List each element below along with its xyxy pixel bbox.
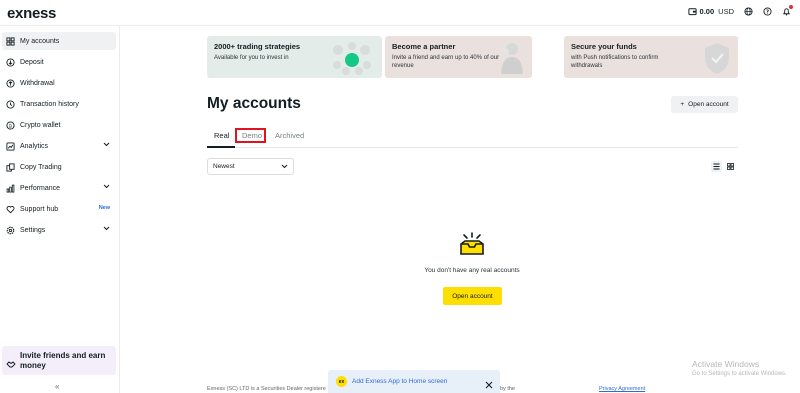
sidebar-item-label: Deposit <box>20 58 44 66</box>
promo-card-partner[interactable]: Become a partner Invite a friend and ear… <box>385 36 532 78</box>
top-bar: exness 0.00 USD ? <box>0 0 800 26</box>
topbar-actions: 0.00 USD ? <box>688 5 793 16</box>
footer-legal-text-end: by the <box>500 386 515 392</box>
notification-dot <box>789 5 793 9</box>
sort-value: Newest <box>213 163 235 170</box>
strategies-graphic-icon <box>333 42 371 75</box>
chevron-down-icon <box>281 164 288 171</box>
windows-activation-watermark: Activate Windows Go to Settings to activ… <box>692 359 787 377</box>
promo-card-strategies[interactable]: 2000+ trading strategies Available for y… <box>207 36 382 78</box>
chevron-down-icon <box>103 184 110 191</box>
accounts-icon <box>6 36 15 46</box>
help-icon[interactable]: ? <box>762 6 772 16</box>
copy-trading-icon <box>6 162 15 172</box>
bell-icon[interactable] <box>781 5 793 16</box>
sidebar-item-my-accounts[interactable]: My accounts <box>2 32 116 50</box>
tab-archived[interactable]: Archived <box>275 131 304 140</box>
chevron-down-icon <box>103 142 110 149</box>
analytics-icon <box>6 141 15 151</box>
promo-subtitle: Invite a friend and earn up to 40% of ou… <box>392 55 500 69</box>
sidebar-item-label: My accounts <box>20 37 60 45</box>
gear-icon <box>6 226 15 235</box>
empty-state-text: You don't have any real accounts <box>424 267 520 274</box>
sidebar-item-label: Copy Trading <box>20 163 62 171</box>
open-account-button[interactable]: Open account <box>443 287 502 305</box>
sidebar-item-withdrawal[interactable]: Withdrawal <box>2 74 116 92</box>
balance-display[interactable]: 0.00 USD <box>688 6 734 16</box>
sidebar-item-label: Analytics <box>20 142 49 150</box>
add-to-home-banner[interactable]: ex Add Exness App to Home screen <box>328 370 500 393</box>
svg-text:?: ? <box>765 9 768 15</box>
exness-logo[interactable]: exness <box>7 5 56 22</box>
sidebar-item-analytics[interactable]: Analytics <box>2 137 116 155</box>
chevron-down-icon <box>103 226 110 233</box>
sidebar-item-performance[interactable]: Performance <box>2 179 116 197</box>
wallet-icon <box>688 6 698 16</box>
partner-graphic-icon <box>501 43 523 74</box>
support-icon <box>6 205 15 214</box>
globe-icon[interactable] <box>743 6 753 16</box>
footer-legal-text: Exness (SC) LTD is a Securities Dealer r… <box>207 386 326 392</box>
privacy-agreement-link[interactable]: Privacy Agreement <box>599 386 645 392</box>
close-icon[interactable] <box>485 376 493 393</box>
exness-app-logo: ex <box>336 376 347 387</box>
sidebar-item-label: Performance <box>20 184 61 192</box>
promo-card-secure-funds[interactable]: Secure your funds with Push notification… <box>564 36 738 78</box>
view-toggle <box>709 159 738 174</box>
list-view-icon[interactable] <box>710 161 722 172</box>
sidebar-item-settings[interactable]: Settings <box>2 221 116 239</box>
sort-dropdown[interactable]: Newest <box>207 158 294 175</box>
open-account-button-top[interactable]: + Open account <box>671 96 738 113</box>
sidebar-item-label: Withdrawal <box>20 79 55 87</box>
shield-icon <box>705 43 729 74</box>
wallet-icon: ₿ <box>6 120 15 130</box>
watermark-subtitle: Go to Settings to activate Windows. <box>692 371 787 377</box>
withdrawal-icon <box>6 78 15 88</box>
open-account-label: Open account <box>688 101 729 108</box>
demo-tab-highlight <box>235 128 266 143</box>
tab-real[interactable]: Real <box>214 131 229 140</box>
sidebar-item-transaction-history[interactable]: Transaction history <box>2 95 116 113</box>
active-tab-indicator <box>207 146 235 148</box>
history-icon <box>6 99 15 109</box>
grid-view-icon[interactable] <box>725 161 736 172</box>
promo-subtitle: Available for you to invest in <box>214 55 289 61</box>
invite-label: Invite friends and earn money <box>20 350 106 370</box>
sidebar-item-support-hub[interactable]: Support hub New <box>2 200 116 218</box>
sidebar-item-deposit[interactable]: Deposit <box>2 53 116 71</box>
account-tabs: Real Demo Archived <box>207 127 738 148</box>
sidebar-item-label: Crypto wallet <box>20 121 61 129</box>
performance-icon <box>6 184 15 193</box>
promo-subtitle: with Push notifications to confirm withd… <box>571 55 659 69</box>
empty-inbox-icon <box>460 232 484 255</box>
sidebar-item-label: Transaction history <box>20 100 79 108</box>
plus-icon: + <box>680 101 685 108</box>
sidebar-item-copy-trading[interactable]: Copy Trading <box>2 158 116 176</box>
banner-text[interactable]: Add Exness App to Home screen <box>352 378 447 385</box>
handshake-icon <box>6 356 16 367</box>
watermark-title: Activate Windows <box>692 359 760 369</box>
balance-currency: USD <box>718 6 734 16</box>
sidebar-item-crypto-wallet[interactable]: ₿ Crypto wallet <box>2 116 116 134</box>
balance-amount: 0.00 <box>699 6 715 16</box>
collapse-sidebar-button[interactable]: « <box>55 382 59 391</box>
new-badge: New <box>98 205 110 211</box>
svg-text:₿: ₿ <box>9 123 12 129</box>
deposit-icon <box>6 57 15 67</box>
sidebar-item-label: Support hub <box>20 205 59 213</box>
sidebar: My accounts Deposit Withdrawal Transacti… <box>0 26 120 393</box>
invite-friends-banner[interactable]: Invite friends and earn money <box>2 346 116 375</box>
page-title: My accounts <box>207 95 301 112</box>
sidebar-item-label: Settings <box>20 226 46 234</box>
